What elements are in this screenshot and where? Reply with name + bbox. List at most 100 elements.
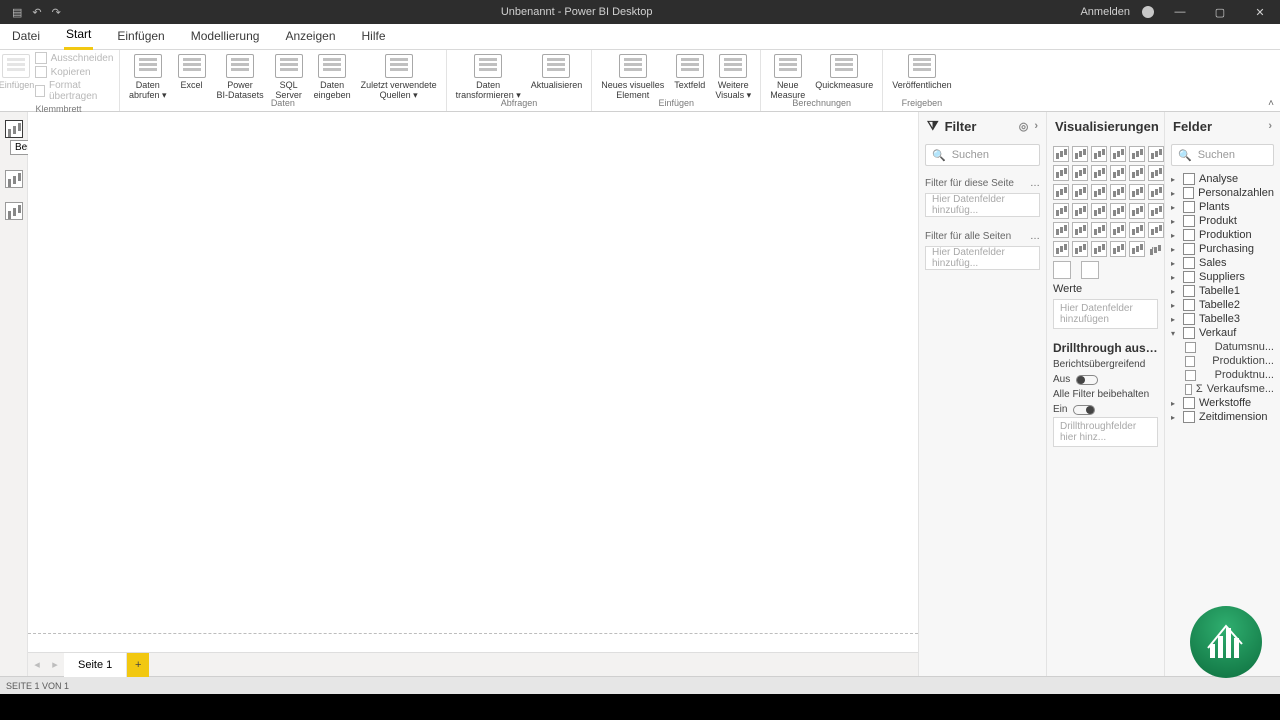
fields-tab-icon[interactable]	[1053, 261, 1071, 279]
signin-link[interactable]: Anmelden	[1080, 6, 1130, 18]
viz-type-icon[interactable]	[1129, 146, 1145, 162]
viz-type-icon[interactable]	[1148, 165, 1164, 181]
field-row[interactable]: Datumsnu...	[1165, 340, 1280, 354]
report-canvas[interactable]: ◂ ▸ Seite 1 +	[28, 112, 918, 676]
viz-type-icon[interactable]	[1053, 165, 1069, 181]
viz-type-icon[interactable]	[1053, 203, 1069, 219]
menu-einfuegen[interactable]: Einfügen	[115, 25, 166, 49]
excel-button[interactable]: Excel	[174, 52, 210, 92]
page-prev-button[interactable]: ◂	[28, 658, 46, 671]
fields-search-input[interactable]: 🔍Suchen	[1171, 144, 1274, 166]
close-button[interactable]: ✕	[1246, 6, 1274, 19]
textbox-button[interactable]: Textfeld	[671, 52, 708, 92]
viz-type-icon[interactable]	[1091, 222, 1107, 238]
maximize-button[interactable]: ▢	[1206, 6, 1234, 19]
field-row[interactable]: Produktion...	[1165, 354, 1280, 368]
field-checkbox[interactable]	[1185, 342, 1196, 353]
page-next-button[interactable]: ▸	[46, 658, 64, 671]
newmeasure-button[interactable]: Neue Measure	[767, 52, 808, 102]
quickmeasure-button[interactable]: Quickmeasure	[812, 52, 876, 92]
table-row[interactable]: ▸Plants	[1165, 200, 1280, 214]
viz-type-icon[interactable]	[1129, 203, 1145, 219]
viz-type-icon[interactable]	[1072, 222, 1088, 238]
table-row[interactable]: ▸Werkstoffe	[1165, 396, 1280, 410]
field-checkbox[interactable]	[1185, 384, 1192, 395]
viz-type-icon[interactable]	[1072, 184, 1088, 200]
crossreport-toggle[interactable]: Aus	[1047, 372, 1164, 387]
filter-page-dropzone[interactable]: Hier Datenfelder hinzufüg...	[925, 193, 1040, 217]
viz-type-icon[interactable]	[1129, 241, 1145, 257]
viz-type-icon[interactable]	[1091, 203, 1107, 219]
table-row[interactable]: ▸Zeitdimension	[1165, 410, 1280, 424]
filter-eye-icon[interactable]: ◎	[1019, 120, 1029, 133]
table-row[interactable]: ▸Personalzahlen	[1165, 186, 1280, 200]
table-row[interactable]: ▸Purchasing	[1165, 242, 1280, 256]
fields-collapse-icon[interactable]: ›	[1268, 120, 1272, 132]
filter-page-more-icon[interactable]: …	[1030, 178, 1040, 189]
menu-hilfe[interactable]: Hilfe	[360, 25, 388, 49]
viz-type-icon[interactable]	[1053, 241, 1069, 257]
viz-type-icon[interactable]	[1148, 184, 1164, 200]
drillthrough-dropzone[interactable]: Drillthroughfelder hier hinz...	[1053, 417, 1158, 447]
table-row[interactable]: ▸Analyse	[1165, 172, 1280, 186]
transform-button[interactable]: Daten transformieren ▾	[453, 52, 524, 102]
format-tab-icon[interactable]	[1081, 261, 1099, 279]
filter-search-input[interactable]: 🔍Suchen	[925, 144, 1040, 166]
viz-type-icon[interactable]	[1091, 146, 1107, 162]
viz-type-icon[interactable]	[1110, 146, 1126, 162]
viz-type-icon[interactable]	[1129, 184, 1145, 200]
viz-type-icon[interactable]	[1148, 222, 1164, 238]
viz-type-icon[interactable]	[1110, 222, 1126, 238]
sql-button[interactable]: SQL Server	[271, 52, 307, 102]
table-row[interactable]: ▸Produktion	[1165, 228, 1280, 242]
table-row[interactable]: ▸Suppliers	[1165, 270, 1280, 284]
enterdata-button[interactable]: Daten eingeben	[311, 52, 354, 102]
undo-icon[interactable]: ↶	[32, 6, 41, 19]
viz-type-icon[interactable]	[1072, 146, 1088, 162]
menu-datei[interactable]: Datei	[10, 25, 42, 49]
add-page-button[interactable]: +	[127, 653, 149, 677]
pbi-datasets-button[interactable]: Power BI-Datasets	[214, 52, 267, 102]
table-row[interactable]: ▸Sales	[1165, 256, 1280, 270]
viz-more-icon[interactable]: ⋯	[1148, 241, 1164, 257]
viz-type-icon[interactable]	[1110, 184, 1126, 200]
refresh-button[interactable]: Aktualisieren	[528, 52, 586, 92]
field-row[interactable]: ΣVerkaufsme...	[1165, 382, 1280, 396]
menu-modellierung[interactable]: Modellierung	[189, 25, 262, 49]
values-dropzone[interactable]: Hier Datenfelder hinzufügen	[1053, 299, 1158, 329]
ribbon-collapse-icon[interactable]: ˄	[1268, 98, 1274, 109]
viz-type-icon[interactable]	[1110, 165, 1126, 181]
table-row[interactable]: ▸Produkt	[1165, 214, 1280, 228]
getdata-button[interactable]: Daten abrufen ▾	[126, 52, 170, 102]
viz-type-icon[interactable]	[1148, 146, 1164, 162]
menu-start[interactable]: Start	[64, 23, 93, 50]
keepall-toggle[interactable]: Ein	[1047, 402, 1164, 417]
viz-type-icon[interactable]	[1129, 165, 1145, 181]
filter-allpages-more-icon[interactable]: …	[1030, 231, 1040, 242]
viz-type-icon[interactable]	[1053, 146, 1069, 162]
recentsources-button[interactable]: Zuletzt verwendete Quellen ▾	[358, 52, 440, 102]
field-checkbox[interactable]	[1185, 370, 1196, 381]
page-tab-1[interactable]: Seite 1	[64, 653, 127, 677]
viz-type-icon[interactable]	[1072, 203, 1088, 219]
viz-type-icon[interactable]	[1110, 241, 1126, 257]
table-row[interactable]: ▸Tabelle1	[1165, 284, 1280, 298]
viz-type-icon[interactable]	[1110, 203, 1126, 219]
viz-type-icon[interactable]	[1091, 241, 1107, 257]
table-row[interactable]: ▸Tabelle2	[1165, 298, 1280, 312]
viz-type-icon[interactable]	[1129, 222, 1145, 238]
menu-anzeigen[interactable]: Anzeigen	[283, 25, 337, 49]
avatar-icon[interactable]	[1142, 6, 1154, 18]
field-checkbox[interactable]	[1185, 356, 1195, 367]
viz-type-icon[interactable]	[1091, 165, 1107, 181]
model-view-icon[interactable]	[5, 202, 23, 220]
table-row[interactable]: ▸Tabelle3	[1165, 312, 1280, 326]
viz-type-icon[interactable]	[1072, 165, 1088, 181]
viz-type-icon[interactable]	[1091, 184, 1107, 200]
redo-icon[interactable]: ↷	[52, 6, 61, 19]
data-view-icon[interactable]	[5, 170, 23, 188]
filter-collapse-icon[interactable]: ›	[1034, 120, 1038, 132]
viz-type-icon[interactable]	[1072, 241, 1088, 257]
viz-type-icon[interactable]	[1148, 203, 1164, 219]
minimize-button[interactable]: —	[1166, 6, 1194, 18]
